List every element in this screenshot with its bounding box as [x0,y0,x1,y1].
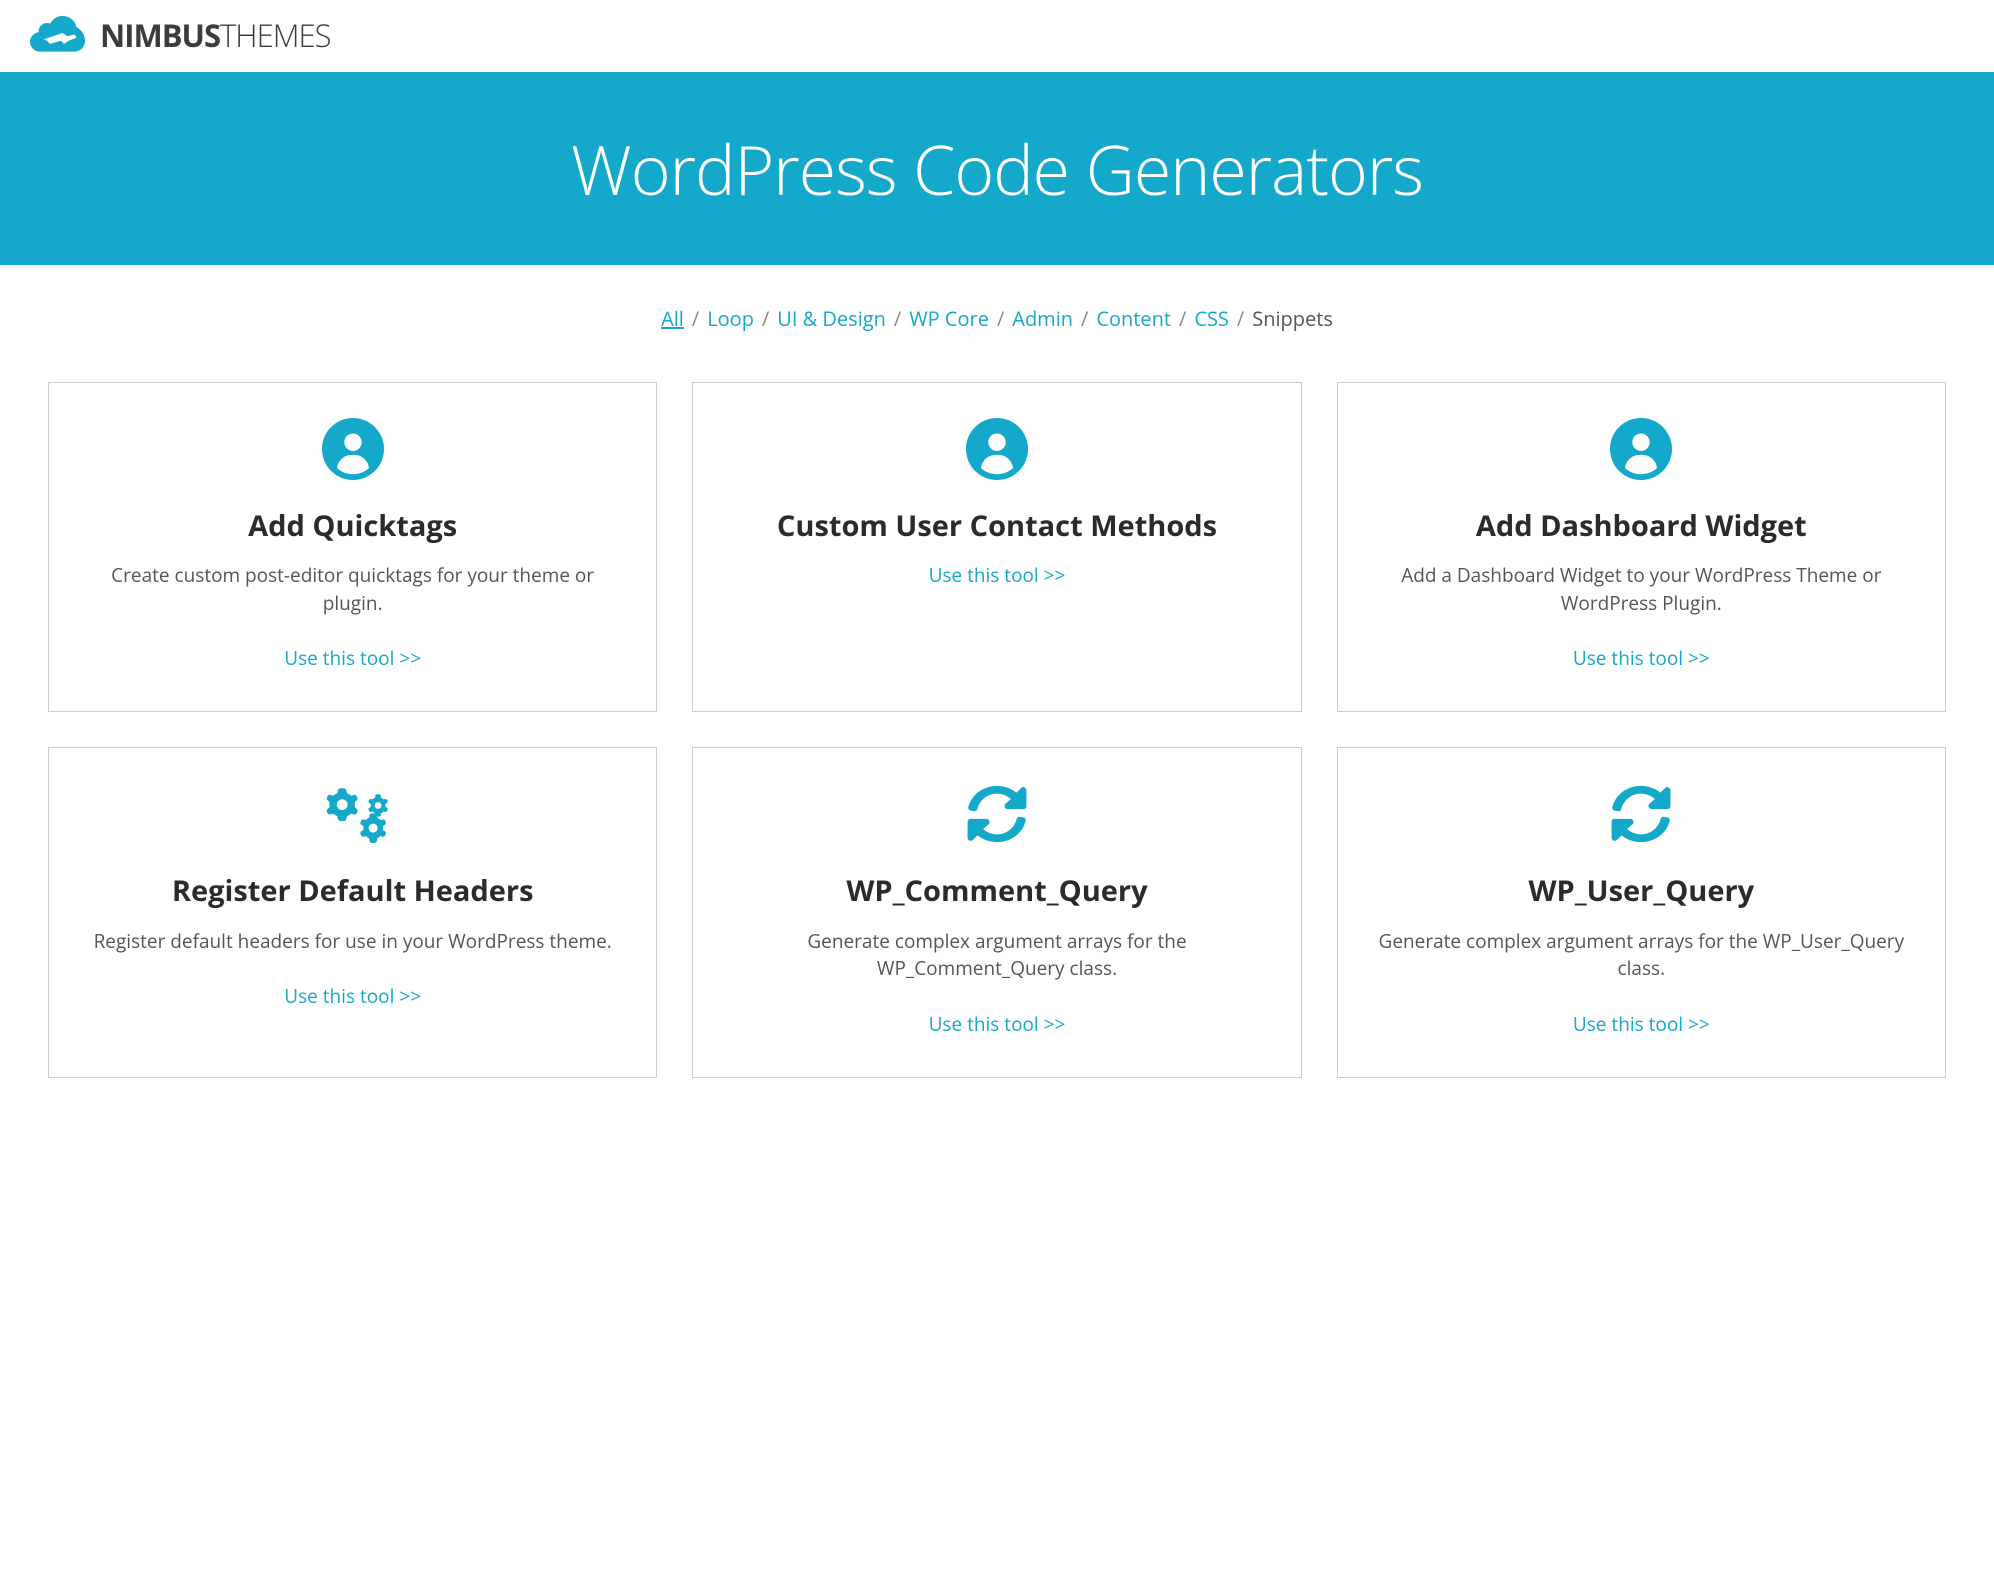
tool-card: Custom User Contact Methods Use this tool… [692,382,1301,712]
brand-logo[interactable]: NIMBUSTHEMES [30,15,1964,57]
tool-title: Add Dashboard Widget [1476,508,1807,544]
filter-link-css[interactable]: CSS [1194,305,1229,332]
filter-separator: / [894,305,901,332]
tool-title: Custom User Contact Methods [777,508,1217,544]
tool-title: Add Quicktags [248,508,457,544]
cards-grid: Add Quicktags Create custom post-editor q… [0,352,1994,1108]
use-tool-link[interactable]: Use this tool >> [1573,645,1710,671]
tool-title: Register Default Headers [172,873,534,909]
tool-card: Register Default Headers Register default… [48,747,657,1077]
filter-link-ui-design[interactable]: UI & Design [777,305,886,332]
refresh-icon [966,783,1028,845]
tool-description: Generate complex argument arrays for the… [723,928,1270,983]
tool-title: WP_Comment_Query [846,873,1147,909]
filter-separator: / [997,305,1004,332]
filter-link-admin[interactable]: Admin [1012,305,1073,332]
filter-link-wp-core[interactable]: WP Core [909,305,989,332]
tool-description: Add a Dashboard Widget to your WordPress… [1368,562,1915,617]
tool-description: Register default headers for use in your… [94,928,612,956]
use-tool-link[interactable]: Use this tool >> [929,562,1066,588]
filter-separator: / [1179,305,1186,332]
filter-separator: / [1237,305,1244,332]
tool-card: Add Quicktags Create custom post-editor q… [48,382,657,712]
filter-link-loop[interactable]: Loop [707,305,754,332]
tool-description: Generate complex argument arrays for the… [1368,928,1915,983]
use-tool-link[interactable]: Use this tool >> [284,983,421,1009]
use-tool-link[interactable]: Use this tool >> [1573,1011,1710,1037]
cloud-plane-icon [30,16,92,56]
filter-nav: All / Loop / UI & Design / WP Core / Admin / Conte… [0,265,1994,352]
page-title: WordPress Code Generators [20,122,1974,215]
tool-description: Create custom post-editor quicktags for … [79,562,626,617]
user-icon [1610,418,1672,480]
filter-link-snippets: Snippets [1252,305,1333,332]
refresh-icon [1610,783,1672,845]
tool-card: WP_User_Query Generate complex argument a… [1337,747,1946,1077]
use-tool-link[interactable]: Use this tool >> [929,1011,1066,1037]
gears-icon [322,783,384,845]
hero-banner: WordPress Code Generators [0,72,1994,265]
user-icon [966,418,1028,480]
brand-name: NIMBUSTHEMES [100,15,331,57]
filter-link-content[interactable]: Content [1096,305,1171,332]
use-tool-link[interactable]: Use this tool >> [284,645,421,671]
tool-card: Add Dashboard Widget Add a Dashboard Widg… [1337,382,1946,712]
filter-separator: / [762,305,769,332]
tool-title: WP_User_Query [1528,873,1754,909]
filter-separator: / [692,305,699,332]
header-bar: NIMBUSTHEMES [0,0,1994,72]
filter-separator: / [1081,305,1088,332]
user-icon [322,418,384,480]
tool-card: WP_Comment_Query Generate complex argumen… [692,747,1301,1077]
filter-link-all[interactable]: All [661,305,684,332]
